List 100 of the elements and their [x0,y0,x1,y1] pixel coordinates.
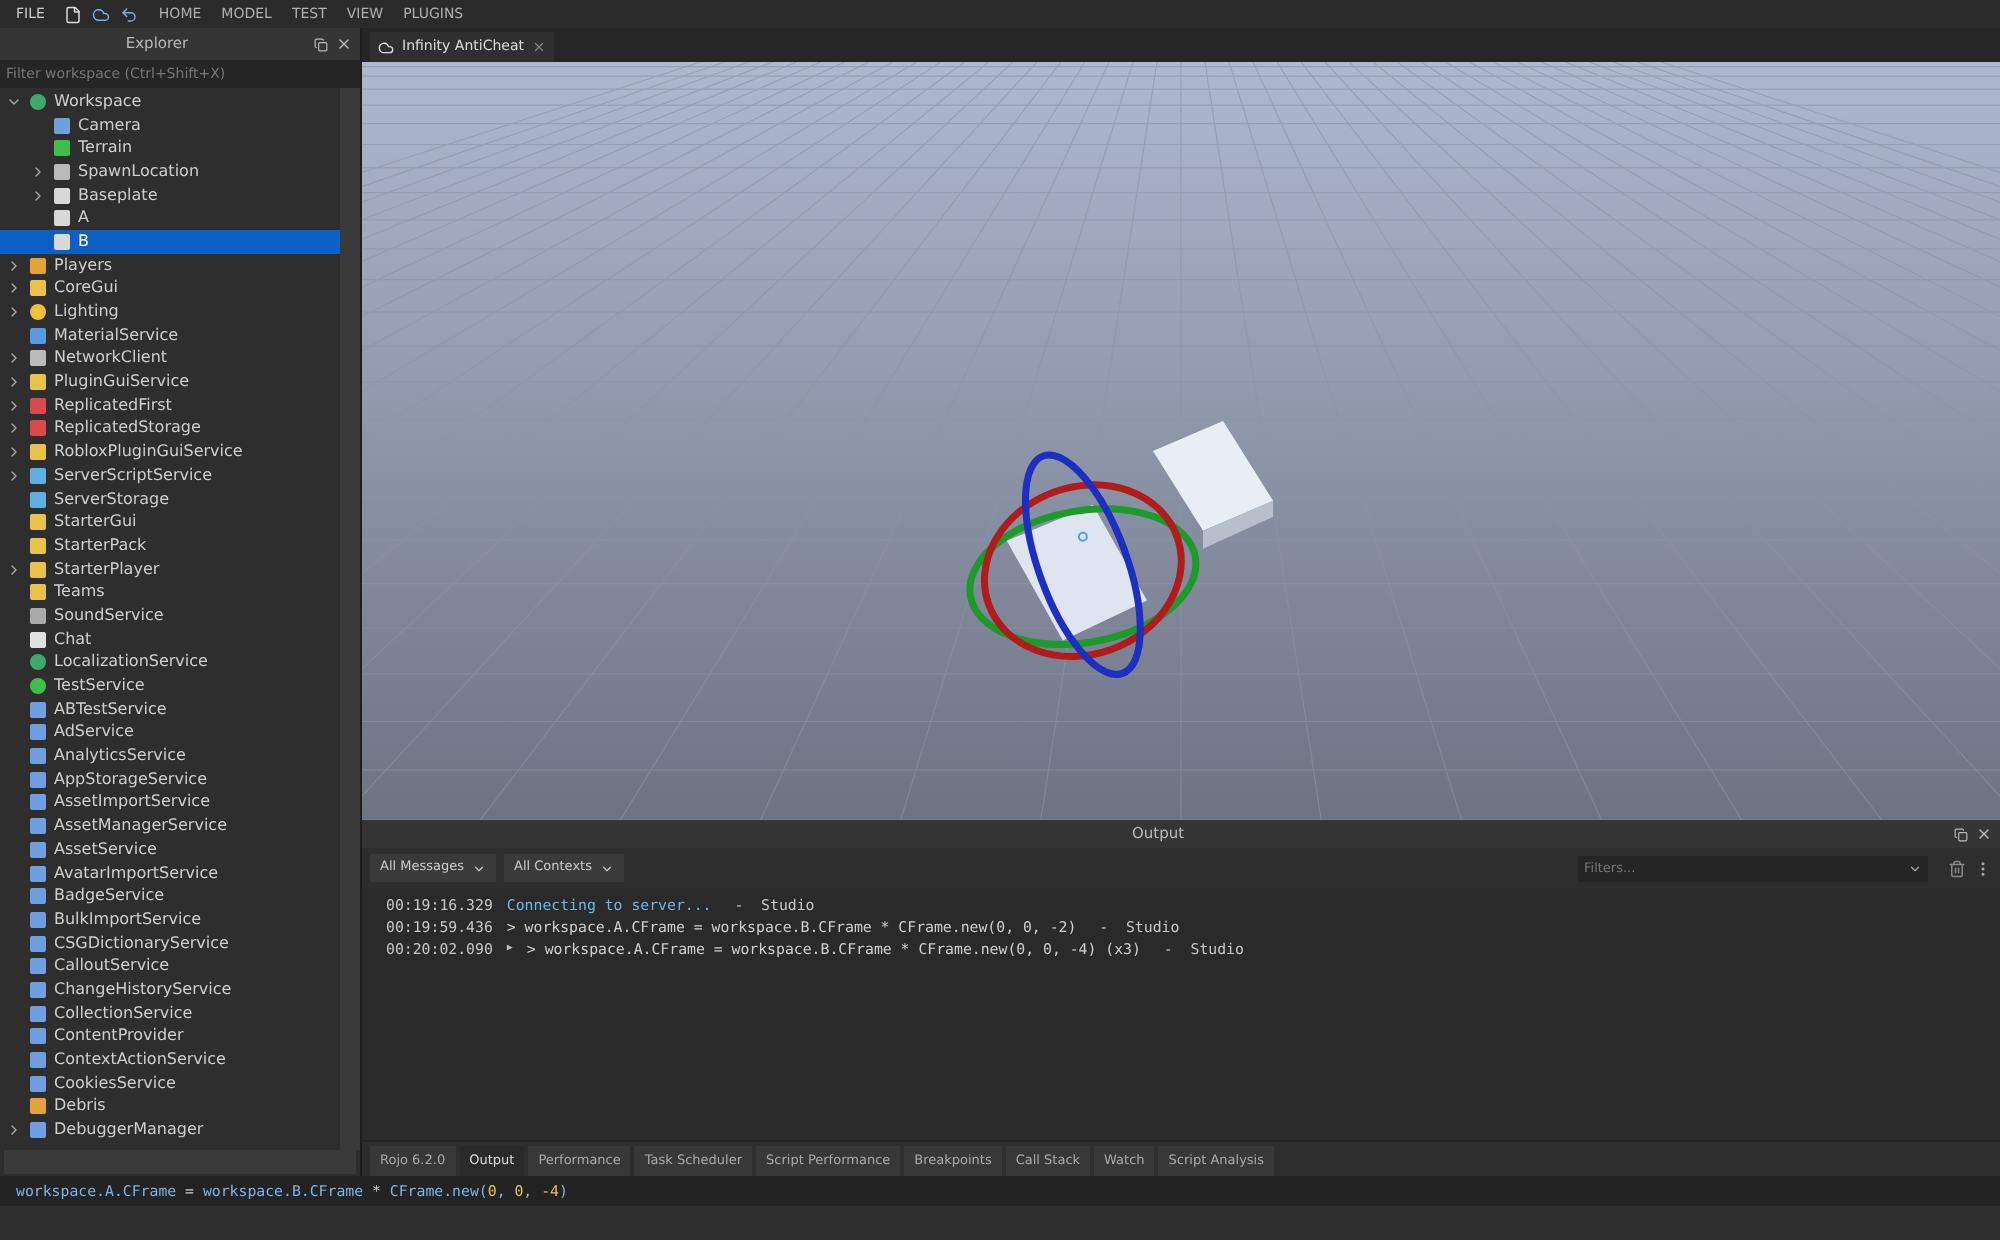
tree-item[interactable]: AssetManagerService [0,814,340,838]
new-file-icon[interactable] [64,5,83,23]
close-icon[interactable] [336,36,352,52]
tree-item[interactable]: Baseplate [0,183,340,207]
item-label: Debris [54,1098,106,1115]
tree-item[interactable]: Lighting [0,300,340,324]
tree-item[interactable]: CookiesService [0,1071,340,1096]
tree-item[interactable]: ReplicatedFirst [0,393,340,418]
tree-item[interactable]: StarterPack [0,534,340,558]
chevron-icon[interactable] [6,397,22,414]
item-label: StarterPlayer [54,561,160,578]
tree-item[interactable]: ABTestService [0,697,340,722]
tree-item[interactable]: AnalyticsService [0,744,340,768]
item-label: ABTestService [54,701,167,718]
chevron-icon[interactable] [6,374,22,391]
item-label: ReplicatedStorage [54,420,201,437]
tree-item[interactable]: CollectionService [0,1001,340,1025]
item-label: DebuggerManager [54,1122,204,1139]
item-label: AssetManagerService [54,818,227,835]
caret-icon[interactable] [1908,861,1922,875]
tree-item[interactable]: ContextActionService [0,1048,340,1072]
item-label: TestService [54,678,145,695]
close-icon[interactable] [531,40,546,54]
tree-item[interactable]: AppStorageService [0,767,340,792]
tree-item[interactable]: Teams [0,580,340,605]
tree-item[interactable]: PluginGuiService [0,370,340,394]
tree-item[interactable]: RobloxPluginGuiService [0,440,340,464]
tree-item[interactable]: ChangeHistoryService [0,978,340,1002]
tree-item[interactable]: ReplicatedStorage [0,417,340,441]
tree-item[interactable]: SoundService [0,604,340,628]
item-label: NetworkClient [54,350,168,367]
tree-item[interactable]: Workspace [0,90,340,114]
item-label: RobloxPluginGuiService [54,444,243,461]
chevron-icon[interactable] [30,163,46,180]
item-label: AssetImportService [54,794,210,811]
item-label: AppStorageService [54,771,207,788]
item-label: StarterGui [54,514,137,531]
item-label: LocalizationService [54,654,208,671]
item-label: CalloutService [54,958,170,975]
undo-icon[interactable] [120,5,139,23]
tree-item[interactable]: A [0,206,340,231]
caret-icon [472,861,486,875]
cloud-icon[interactable] [92,5,111,23]
chevron-icon[interactable] [6,280,22,297]
tree-item[interactable]: AssetImportService [0,791,340,815]
trash-icon[interactable] [1948,859,1966,877]
tree-item[interactable]: CoreGui [0,277,340,301]
item-label: ChangeHistoryService [54,981,232,998]
tree-item[interactable]: StarterPlayer [0,557,340,581]
tree-item[interactable]: BadgeService [0,884,340,909]
chevron-icon[interactable] [6,561,22,578]
chevron-icon[interactable] [6,350,22,367]
chevron-icon[interactable] [6,444,22,461]
tree-item[interactable]: StarterGui [0,510,340,535]
tree-item[interactable]: CSGDictionaryService [0,931,340,955]
tree-item[interactable]: ContentProvider [0,1025,340,1049]
item-label: BadgeService [54,888,165,905]
chevron-icon[interactable] [6,420,22,437]
chevron-icon[interactable] [30,187,46,204]
tree-item[interactable]: Terrain [0,136,340,161]
tree-item[interactable]: BulkImportService [0,908,340,932]
tree-item[interactable]: Camera [0,113,340,137]
chevron-icon[interactable] [6,257,22,274]
tree-item[interactable]: Chat [0,627,340,651]
tree-item[interactable]: CalloutService [0,954,340,979]
tree-item[interactable]: DebuggerManager [0,1118,340,1142]
item-label: ReplicatedFirst [54,397,172,414]
item-label: StarterPack [54,537,147,554]
tree-item[interactable]: AvatarImportService [0,861,340,885]
item-label: ServerScriptService [54,467,213,484]
caret-icon [599,861,614,875]
tree-item[interactable]: AdService [0,721,340,745]
undock-icon[interactable] [314,37,328,51]
tree-item[interactable]: B [0,230,340,254]
tree-item[interactable]: Debris [0,1095,340,1119]
tree-item[interactable]: AssetService [0,838,340,862]
tree-item[interactable]: NetworkClient [0,347,340,371]
item-label: Players [54,257,113,274]
chevron-icon[interactable] [6,1122,22,1139]
cloud-icon [378,39,394,55]
item-label: CookiesService [54,1075,176,1092]
tree-item[interactable]: Players [0,253,340,277]
item-label: AssetService [54,841,157,858]
undock-icon[interactable] [1954,827,1968,841]
tree-item[interactable]: SpawnLocation [0,160,340,184]
item-label: SpawnLocation [78,163,200,180]
close-icon[interactable] [1976,826,1992,842]
tree-item[interactable]: MaterialService [0,323,340,348]
item-label: Chat [54,631,92,648]
tree-item[interactable]: ServerScriptService [0,464,340,488]
item-label: A [78,210,89,227]
chevron-icon[interactable] [6,304,22,321]
item-label: SoundService [54,607,164,624]
item-label: ServerStorage [54,491,170,508]
item-label: Workspace [54,93,142,110]
tree-item[interactable]: ServerStorage [0,487,340,511]
tree-item[interactable]: LocalizationService [0,651,340,675]
tree-item[interactable]: TestService [0,674,340,698]
scrollbar[interactable] [340,88,360,1150]
chevron-icon[interactable] [6,467,22,484]
